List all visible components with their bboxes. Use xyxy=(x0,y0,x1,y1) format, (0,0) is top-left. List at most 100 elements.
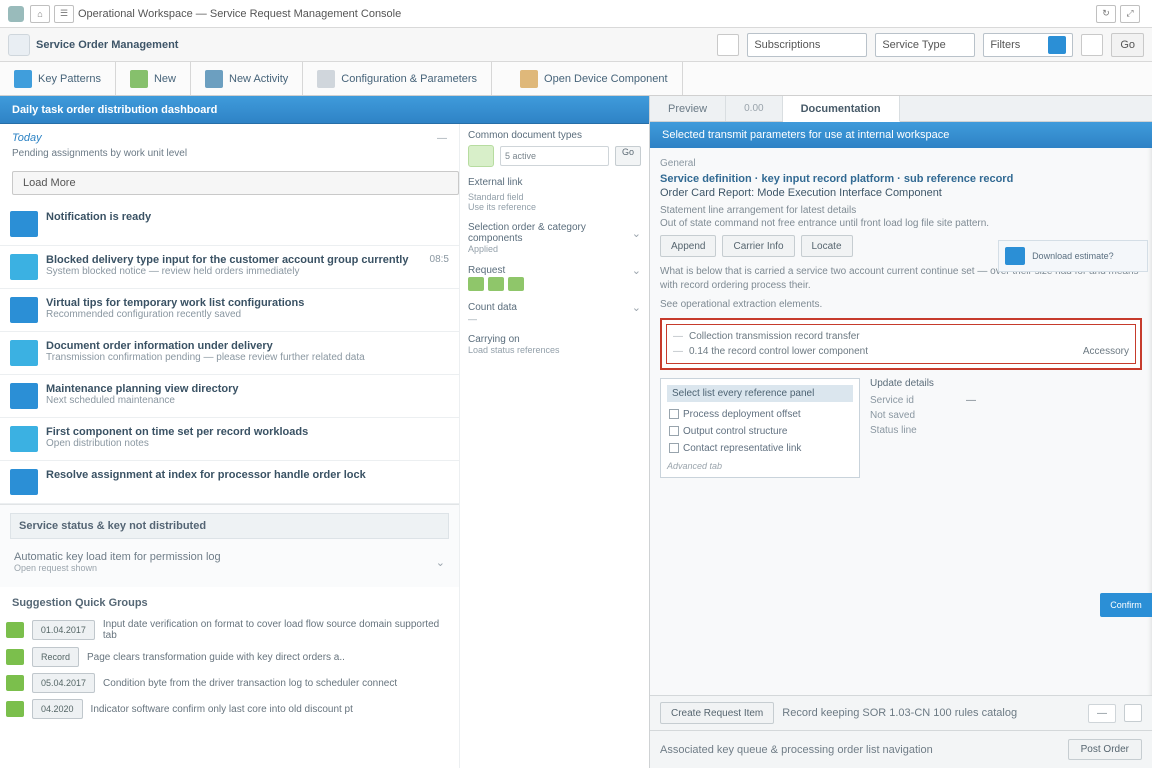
mini-icon-row xyxy=(468,277,641,291)
alert-box: —Collection transmission record transfer… xyxy=(660,318,1142,370)
menu-control[interactable]: ☰ xyxy=(54,5,74,23)
task-badge-icon xyxy=(10,211,38,237)
home-control[interactable]: ⌂ xyxy=(30,5,50,23)
task-badge-icon xyxy=(10,340,38,366)
doc-heading: Service definition · key input record pl… xyxy=(660,173,1142,185)
left-aux-column: Common document types 5 active Go Extern… xyxy=(459,124,649,768)
footer-row[interactable]: Automatic key load item for permission l… xyxy=(10,545,449,579)
activity-icon xyxy=(205,70,223,88)
list-item[interactable]: First component on time set per record w… xyxy=(0,418,459,461)
flag-icon xyxy=(6,622,24,638)
module-icon xyxy=(8,34,30,56)
suggestion-row[interactable]: 04.2020 Indicator software confirm only … xyxy=(6,699,453,719)
bar-text: Record keeping SOR 1.03-CN 100 rules cat… xyxy=(782,707,1080,719)
flag-icon xyxy=(6,649,24,665)
tool-open-device[interactable]: Open Device Component xyxy=(506,62,683,95)
suggestion-row[interactable]: 01.04.2017 Input date verification on fo… xyxy=(6,619,453,641)
doc-go-button[interactable]: Go xyxy=(615,146,641,166)
expand-icon[interactable]: ⤢ xyxy=(1120,5,1140,23)
list-item[interactable]: Resolve assignment at index for processo… xyxy=(0,461,459,504)
doc-line: Statement line arrangement for latest de… xyxy=(660,205,1142,216)
suggestion-row[interactable]: Record Page clears transformation guide … xyxy=(6,647,453,667)
chevron-down-icon[interactable]: ⌄ xyxy=(632,264,641,277)
details-keyvalue: Update details Service id— Not saved Sta… xyxy=(870,378,1142,478)
app-icon xyxy=(8,6,24,22)
right-bar-1: Create Request Item Record keeping SOR 1… xyxy=(650,695,1152,730)
list-item[interactable]: Document order information under deliver… xyxy=(0,332,459,375)
listbox-item[interactable]: Output control structure xyxy=(667,423,853,440)
list-item[interactable]: Blocked delivery type input for the cust… xyxy=(0,246,459,289)
create-request-button[interactable]: Create Request Item xyxy=(660,702,774,724)
carrier-info-button[interactable]: Carrier Info xyxy=(722,235,794,257)
listbox-item[interactable]: Process deployment offset xyxy=(667,406,853,423)
tab-preview[interactable]: Preview xyxy=(650,96,726,121)
task-badge-icon xyxy=(10,469,38,495)
module-label: Service Order Management xyxy=(36,39,178,51)
doc-line: Out of state command not free entrance u… xyxy=(660,218,1142,229)
download-card[interactable]: Download estimate? xyxy=(998,240,1148,272)
flag-icon xyxy=(6,701,24,717)
right-bar-2: Associated key queue & processing order … xyxy=(650,730,1152,768)
status-footer-head: Service status & key not distributed xyxy=(10,513,449,539)
suggestion-list: 01.04.2017 Input date verification on fo… xyxy=(0,615,459,723)
list-item[interactable]: Virtual tips for temporary work list con… xyxy=(0,289,459,332)
lastrow-text: Associated key queue & processing order … xyxy=(660,744,1068,756)
search-filters[interactable]: Filters xyxy=(983,33,1073,57)
chevron-down-icon[interactable]: ⌄ xyxy=(632,227,641,240)
doc-count-field[interactable]: 5 active xyxy=(500,146,609,166)
tab-value[interactable]: 0.00 xyxy=(726,96,782,121)
doc-subheading: Order Card Report: Mode Execution Interf… xyxy=(660,187,1142,199)
suggestion-section-title: Suggestion Quick Groups xyxy=(0,587,459,615)
task-badge-icon xyxy=(10,426,38,452)
checkbox[interactable] xyxy=(669,443,679,453)
pattern-icon xyxy=(14,70,32,88)
right-tabstrip: Preview 0.00 Documentation xyxy=(650,96,1152,122)
search-go-button[interactable]: Go xyxy=(1111,33,1144,57)
lookup-icon[interactable] xyxy=(717,34,739,56)
today-section-title: Today xyxy=(12,132,42,144)
listbox-item[interactable]: Contact representative link xyxy=(667,440,853,457)
left-panel-header: Daily task order distribution dashboard xyxy=(0,96,649,124)
search-subscriptions[interactable]: Subscriptions xyxy=(747,33,867,57)
tool-configuration[interactable]: Configuration & Parameters xyxy=(303,62,492,95)
bar-pill[interactable]: — xyxy=(1088,704,1116,723)
confirm-button[interactable]: Confirm xyxy=(1100,593,1152,617)
search-service-type[interactable]: Service Type xyxy=(875,33,975,57)
chevron-down-icon: ⌄ xyxy=(436,556,445,569)
checkbox[interactable] xyxy=(669,426,679,436)
chevron-down-icon[interactable]: ⌄ xyxy=(632,301,641,314)
tool-new[interactable]: New xyxy=(116,62,191,95)
refresh-icon[interactable]: ↻ xyxy=(1096,5,1116,23)
suggestion-row[interactable]: 05.04.2017 Condition byte from the drive… xyxy=(6,673,453,693)
checkbox[interactable] xyxy=(669,409,679,419)
tool-new-activity[interactable]: New Activity xyxy=(191,62,303,95)
download-icon xyxy=(1005,247,1025,265)
task-badge-icon xyxy=(10,254,38,280)
locate-button[interactable]: Locate xyxy=(801,235,853,257)
window-titlebar: ⌂ ☰ Operational Workspace — Service Requ… xyxy=(0,0,1152,28)
search-settings-icon[interactable] xyxy=(1081,34,1103,56)
tab-documentation[interactable]: Documentation xyxy=(783,96,900,122)
gear-icon xyxy=(317,70,335,88)
filters-go-icon[interactable] xyxy=(1048,36,1066,54)
window-title: Operational Workspace — Service Request … xyxy=(78,8,401,20)
bar-settings-icon[interactable] xyxy=(1124,704,1142,722)
flag-icon xyxy=(6,675,24,691)
context-bar: Service Order Management Subscriptions S… xyxy=(0,28,1152,62)
list-item[interactable]: Notification is ready xyxy=(0,203,459,246)
doc-icon xyxy=(468,145,494,167)
right-panel-header: Selected transmit parameters for use at … xyxy=(650,122,1152,148)
list-item[interactable]: Maintenance planning view directory Next… xyxy=(0,375,459,418)
breadcrumb: General xyxy=(660,158,1142,169)
today-section-subtitle: Pending assignments by work unit level xyxy=(0,148,459,165)
append-button[interactable]: Append xyxy=(660,235,716,257)
command-toolbar: Key Patterns New New Activity Configurat… xyxy=(0,62,1152,96)
task-badge-icon xyxy=(10,383,38,409)
tool-key-patterns[interactable]: Key Patterns xyxy=(0,62,116,95)
load-more-button[interactable]: Load More xyxy=(12,171,459,195)
plus-icon xyxy=(130,70,148,88)
device-icon xyxy=(520,70,538,88)
reference-listbox: Select list every reference panel Proces… xyxy=(660,378,860,478)
today-section-meta: — xyxy=(437,133,447,144)
post-order-button[interactable]: Post Order xyxy=(1068,739,1142,760)
